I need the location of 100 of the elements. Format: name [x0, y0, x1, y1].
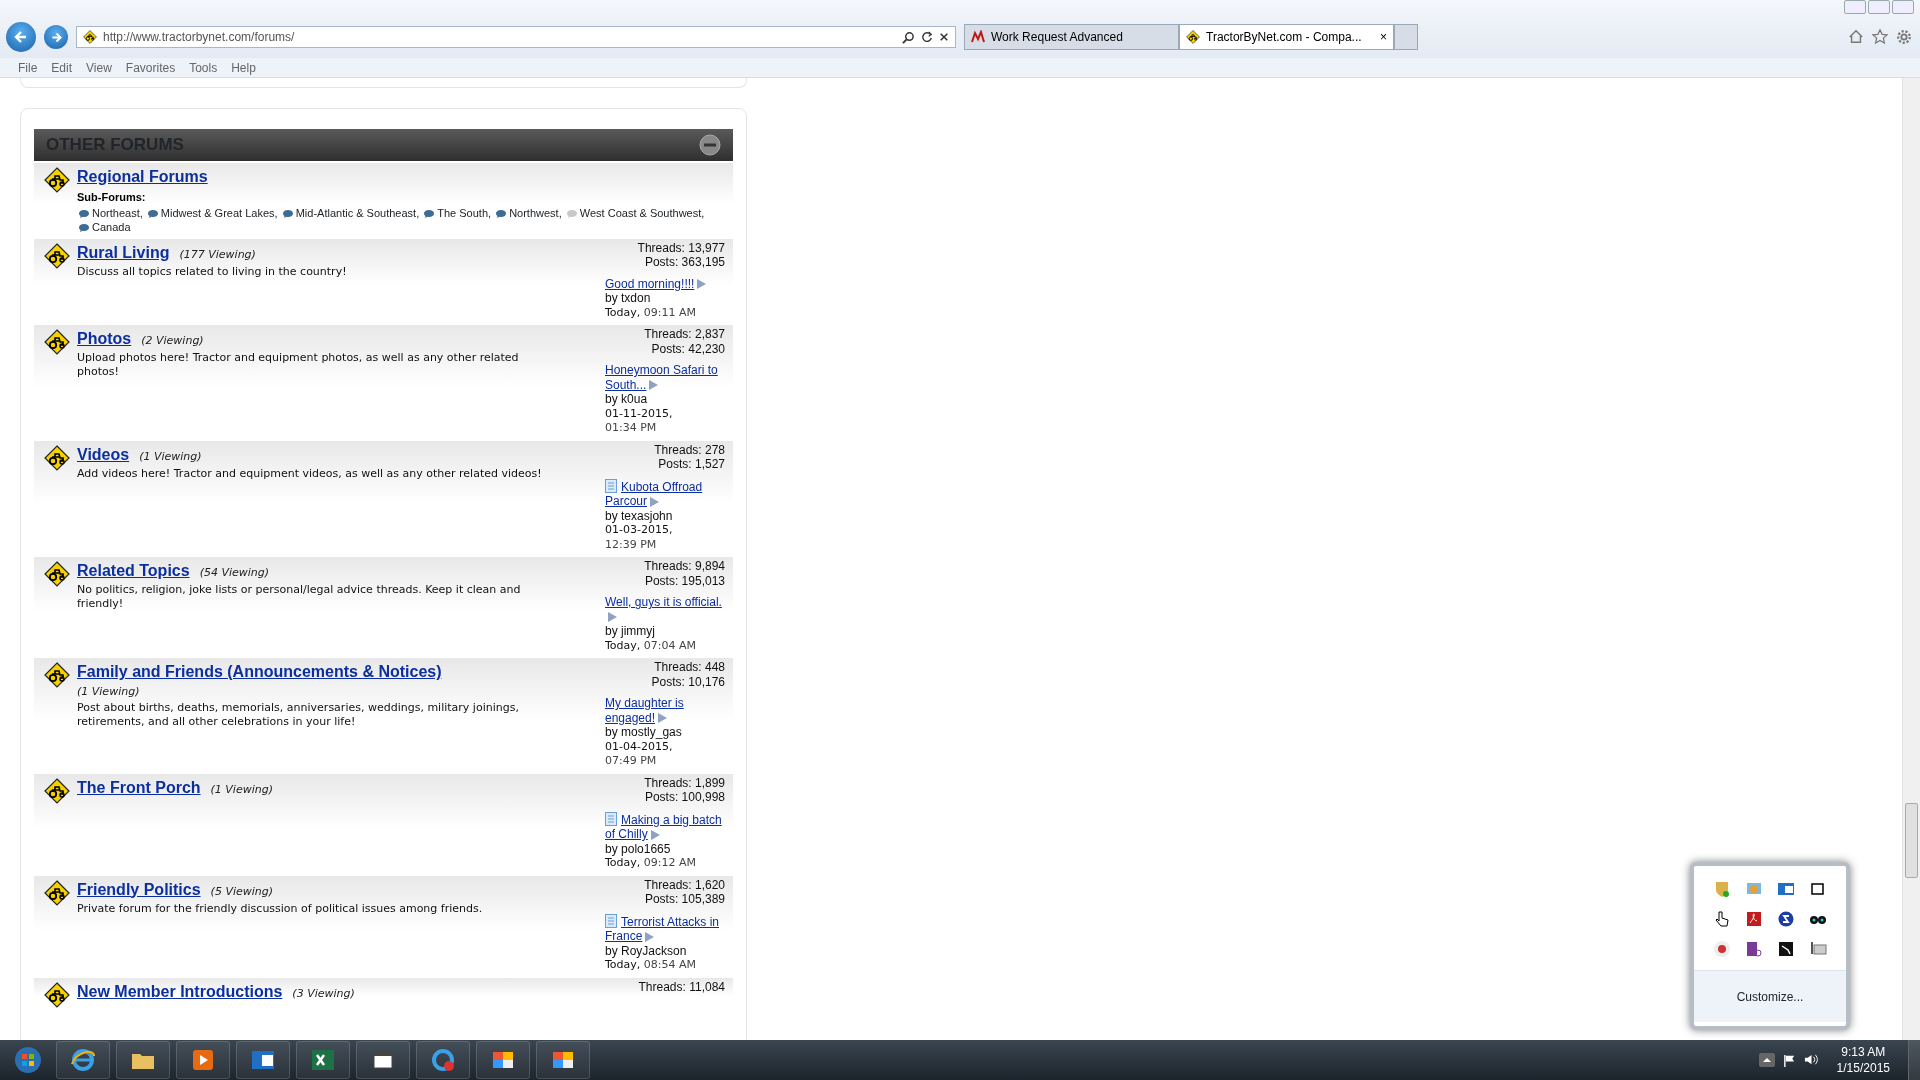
close-icon[interactable]: [939, 32, 949, 42]
refresh-icon[interactable]: [921, 31, 933, 43]
thread-count: Threads: 9,894: [643, 559, 725, 574]
browser-globe-icon: [429, 1046, 457, 1074]
author-link[interactable]: k0ua: [621, 392, 648, 406]
square-curve-icon[interactable]: [1777, 940, 1795, 958]
forum-title-link[interactable]: Regional Forums: [77, 168, 208, 185]
volume-icon[interactable]: [1803, 1053, 1819, 1067]
by-label: by: [605, 392, 618, 406]
document-curve-icon[interactable]: [1745, 910, 1763, 928]
taskbar-app-button[interactable]: [116, 1041, 170, 1079]
last-post-link[interactable]: Making a big batch of Chilly: [605, 811, 725, 842]
window-outline-icon[interactable]: [1809, 880, 1827, 898]
viewing-count: (1 Viewing): [210, 782, 273, 796]
menu-item[interactable]: File: [18, 58, 38, 77]
home-icon[interactable]: [1848, 29, 1864, 45]
author-link[interactable]: jimmyj: [621, 624, 656, 638]
back-button[interactable]: [6, 22, 36, 52]
star-icon[interactable]: [1872, 29, 1888, 45]
forum-description: Post about births, deaths, memorials, anniversaries, weddings, military joinings, retirements, and all other celebrations in your life!: [77, 700, 520, 729]
tractor-sign-icon: [44, 444, 70, 471]
last-post-link[interactable]: Honeymoon Safari to South...: [605, 363, 725, 392]
forum-description: Private forum for the friendly discussion of political issues among friends.: [77, 901, 484, 916]
forum-title-link[interactable]: Videos: [77, 445, 130, 463]
last-post-link[interactable]: My daughter is engaged!: [605, 696, 725, 725]
viewing-count: (2 Viewing): [141, 334, 204, 347]
post-time: 09:12 AM: [643, 856, 697, 871]
by-label: by: [605, 624, 618, 638]
notebook-icon[interactable]: [1745, 940, 1763, 958]
vertical-scrollbar[interactable]: [1902, 78, 1920, 1040]
last-post-link[interactable]: Terrorist Attacks in France: [605, 913, 725, 944]
author-link[interactable]: texasjohn: [621, 508, 673, 523]
subforum-link[interactable]: Northeast: [92, 206, 140, 219]
post-count: Posts: 100,998: [643, 790, 725, 805]
customize-link[interactable]: Customize...: [1736, 987, 1804, 1006]
author-link[interactable]: polo1665: [621, 841, 671, 856]
last-post-link[interactable]: Good morning!!!!: [605, 276, 707, 291]
taskbar-app-button[interactable]: [536, 1041, 590, 1079]
post-count: Posts: 1,527: [657, 457, 725, 472]
post-date: Today,: [605, 856, 641, 869]
flag-icon[interactable]: [1782, 1053, 1796, 1067]
subforum-link[interactable]: Canada: [92, 220, 131, 233]
browser-e-icon: [69, 1046, 97, 1074]
subforum-link[interactable]: The South: [437, 206, 488, 219]
author-link[interactable]: txdon: [621, 291, 651, 305]
forum-title-link[interactable]: Photos: [77, 330, 132, 347]
last-post-link[interactable]: Well, guys it is official.: [605, 595, 725, 624]
viewing-count: (177 Viewing): [179, 247, 256, 261]
separator: ,: [701, 206, 705, 219]
post-time: 07:49 PM: [605, 754, 657, 769]
last-post-link[interactable]: Kubota Offroad Parcour: [605, 478, 725, 509]
scrollbar-thumb[interactable]: [1905, 803, 1918, 878]
m-logo-icon: [971, 30, 985, 44]
tractor-sign-icon: [44, 879, 70, 906]
tab-close-button[interactable]: ×: [1380, 28, 1387, 46]
forum-title-link[interactable]: The Front Porch: [77, 778, 201, 796]
mail-icon[interactable]: [1777, 880, 1795, 898]
subforum-link[interactable]: Northwest: [509, 206, 559, 219]
post-time: 08:54 AM: [643, 958, 697, 973]
site-icon: [1186, 30, 1200, 44]
forward-button[interactable]: [44, 25, 68, 49]
monitor-icon[interactable]: [1809, 940, 1827, 958]
taskbar-app-button[interactable]: [176, 1041, 230, 1079]
menu-item[interactable]: View: [86, 58, 112, 77]
tractor-sign-icon: [44, 329, 70, 355]
taskbar-app-button[interactable]: [236, 1041, 290, 1079]
forum-title-link[interactable]: Related Topics: [77, 562, 190, 579]
forum-description: Add videos here! Tractor and equipment videos, as well as any other related videos!: [77, 466, 543, 481]
taskbar-app-button[interactable]: [296, 1041, 350, 1079]
go-to-post-icon: [649, 829, 660, 840]
forum-title-link[interactable]: New Member Introductions: [77, 982, 283, 1000]
menu-item[interactable]: Tools: [189, 58, 218, 77]
menu-item[interactable]: Help: [231, 58, 256, 77]
pointer-hand-icon[interactable]: [1713, 910, 1731, 928]
forum-title-link[interactable]: Friendly Politics: [77, 880, 201, 898]
browser-tab[interactable]: TractorByNet.com - Compa... ×: [1179, 24, 1394, 50]
tractor-sign-icon: [44, 981, 70, 1008]
taskbar-app-button[interactable]: [356, 1041, 410, 1079]
forum-title-link[interactable]: Rural Living: [77, 243, 170, 261]
settings-icon[interactable]: [1896, 29, 1912, 45]
s-circle-icon[interactable]: [1777, 910, 1795, 928]
show-hidden-icons-icon[interactable]: [1758, 1053, 1775, 1067]
author-link[interactable]: mostly_gas: [621, 725, 682, 739]
address-bar[interactable]: http://www.tractorbynet.com/forums/: [76, 26, 956, 48]
menu-item[interactable]: Favorites: [125, 58, 176, 77]
post-count: Posts: 105,389: [643, 892, 725, 907]
forum-title-link[interactable]: Family and Friends (Announcements & Notices): [77, 663, 442, 680]
author-link[interactable]: RoyJackson: [621, 943, 687, 958]
taskbar-app-button[interactable]: [476, 1041, 530, 1079]
forum-description: Discuss all topics related to living in the country!: [77, 264, 348, 279]
post-time: 09:11 AM: [643, 305, 697, 320]
taskbar-app-button[interactable]: [56, 1041, 110, 1079]
menu-item[interactable]: Edit: [51, 58, 73, 77]
shield-icon[interactable]: [1713, 880, 1731, 898]
collapse-icon[interactable]: [699, 134, 721, 156]
thread-count: Threads: 448: [653, 660, 725, 675]
tab-title: TractorByNet.com - Compa...: [1206, 29, 1363, 46]
browser-tab[interactable]: Work Request Advanced: [964, 24, 1179, 50]
search-icon[interactable]: [902, 30, 915, 44]
subforum-link[interactable]: Midwest & Great Lakes: [160, 206, 275, 219]
